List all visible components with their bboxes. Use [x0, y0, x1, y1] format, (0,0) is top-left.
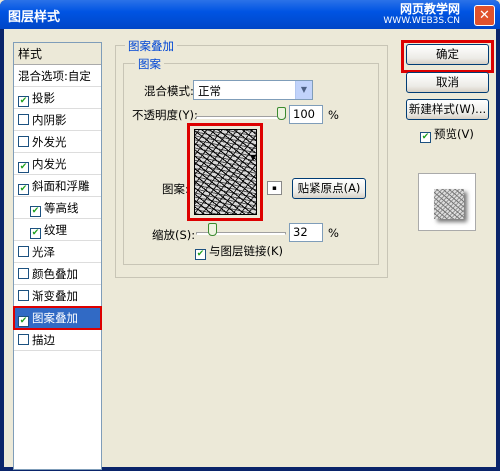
preview-thumbnail — [434, 189, 464, 219]
style-list-header: 样式 — [14, 43, 101, 65]
style-item[interactable]: 颜色叠加 — [14, 263, 101, 285]
title-bar[interactable]: 图层样式 网页教学网 WWW.WEB3S.CN ✕ — [0, 0, 500, 29]
checkbox-icon[interactable]: ✔ — [18, 162, 29, 173]
style-item[interactable]: 描边 — [14, 329, 101, 351]
scale-label: 缩放(S): — [152, 228, 196, 242]
style-item[interactable]: 内阴影 — [14, 109, 101, 131]
snap-to-origin-button[interactable]: 贴紧原点(A) — [292, 178, 366, 199]
new-style-button[interactable]: 新建样式(W)... — [406, 99, 489, 120]
style-list: 样式 混合选项:自定 ✔ 投影 内阴影 外发光 ✔ 内发光 ✔ 斜面和浮雕 ✔ 等高线 ✔ 纹理 光泽 颜色… — [13, 42, 102, 470]
checkbox-icon[interactable] — [18, 268, 29, 279]
style-item[interactable]: ✔ 斜面和浮雕 — [14, 175, 101, 197]
style-items: 混合选项:自定 ✔ 投影 内阴影 外发光 ✔ 内发光 ✔ 斜面和浮雕 ✔ 等高线 ✔ 纹理 光泽 颜色叠加渐… — [13, 65, 102, 351]
style-item-label: 混合选项:自定 — [18, 69, 91, 83]
style-item[interactable]: 光泽 — [14, 241, 101, 263]
opacity-slider[interactable] — [196, 116, 286, 119]
style-item[interactable]: ✔ 内发光 — [14, 153, 101, 175]
style-item-label: 颜色叠加 — [32, 267, 78, 281]
blend-mode-label: 混合模式: — [144, 84, 194, 98]
style-item[interactable]: 外发光 — [14, 131, 101, 153]
opacity-label: 不透明度(Y): — [132, 108, 198, 122]
style-item[interactable]: 渐变叠加 — [14, 285, 101, 307]
style-item[interactable]: ✔ 投影 — [14, 87, 101, 109]
preview-label: 预览(V) — [434, 127, 474, 141]
style-item[interactable]: ✔ 纹理 — [14, 219, 101, 241]
checkbox-icon[interactable]: ✔ — [30, 206, 41, 217]
style-item-label: 内阴影 — [32, 113, 67, 127]
blend-mode-value: 正常 — [198, 84, 221, 98]
checkbox-icon[interactable] — [18, 290, 29, 301]
style-item-label: 描边 — [32, 333, 55, 347]
scale-unit: % — [328, 226, 339, 240]
pattern-swatch[interactable] — [194, 129, 257, 215]
layer-style-dialog: 图层样式 网页教学网 WWW.WEB3S.CN ✕ 样式 混合选项:自定 ✔ 投影内… — [0, 0, 500, 471]
dialog-client: 样式 混合选项:自定 ✔ 投影 内阴影 外发光 ✔ 内发光 ✔ 斜面和浮雕 ✔ 等高线 ✔ 纹理 光泽 颜色… — [4, 29, 496, 470]
style-item[interactable]: ✔ 图案叠加 — [13, 306, 102, 330]
style-item-label: 纹理 — [44, 223, 67, 237]
close-button[interactable]: ✕ — [474, 5, 495, 26]
opacity-slider-thumb[interactable] — [277, 107, 286, 120]
link-check-icon[interactable]: ✔ — [195, 249, 206, 260]
link-with-layer-checkbox[interactable]: ✔ 与图层链接(K) — [195, 243, 283, 260]
checkbox-icon[interactable]: ✔ — [18, 184, 29, 195]
checkbox-icon[interactable] — [18, 246, 29, 257]
watermark-line2: WWW.WEB3S.CN — [383, 16, 460, 26]
chevron-down-icon[interactable]: ▼ — [295, 81, 312, 99]
preview-check-icon[interactable]: ✔ — [420, 132, 431, 143]
scale-input[interactable]: 32 — [289, 223, 323, 242]
style-preview — [418, 173, 476, 231]
pattern-label: 图案: — [162, 182, 189, 196]
style-item-label: 等高线 — [44, 201, 79, 215]
style-item-label: 斜面和浮雕 — [32, 179, 90, 193]
checkbox-icon[interactable]: ✔ — [30, 228, 41, 239]
link-with-layer-label: 与图层链接(K) — [209, 244, 284, 258]
blend-mode-select[interactable]: 正常 ▼ — [193, 80, 313, 100]
scale-slider-thumb[interactable] — [208, 223, 218, 236]
preview-checkbox[interactable]: ✔ 预览(V) — [420, 126, 474, 143]
new-preset-icon[interactable]: ▪ — [267, 181, 282, 195]
style-item-label: 光泽 — [32, 245, 55, 259]
ok-button[interactable]: 确定 — [406, 44, 489, 65]
style-item-label: 内发光 — [32, 157, 67, 171]
style-item[interactable]: 混合选项:自定 — [14, 65, 101, 87]
checkbox-icon[interactable]: ✔ — [18, 96, 29, 107]
checkbox-icon[interactable]: ✔ — [18, 316, 29, 327]
cancel-button[interactable]: 取消 — [406, 72, 489, 93]
checkbox-icon[interactable] — [18, 114, 29, 125]
style-item-label: 渐变叠加 — [32, 289, 78, 303]
checkbox-icon[interactable] — [18, 334, 29, 345]
pattern-overlay-title: 图案叠加 — [125, 38, 177, 54]
close-icon: ✕ — [479, 8, 490, 23]
window-title: 图层样式 — [8, 10, 61, 25]
style-item-label: 外发光 — [32, 135, 67, 149]
checkbox-icon[interactable] — [18, 136, 29, 147]
watermark-line1: 网页教学网 — [399, 2, 460, 16]
watermark: 网页教学网 WWW.WEB3S.CN — [383, 3, 460, 27]
style-item[interactable]: ✔ 等高线 — [14, 197, 101, 219]
pattern-picker-arrow-icon[interactable]: ▼ — [250, 153, 258, 165]
pattern-subgroup-title: 图案 — [135, 56, 164, 72]
opacity-unit: % — [328, 108, 339, 122]
opacity-input[interactable]: 100 — [289, 105, 323, 124]
style-item-label: 图案叠加 — [32, 311, 78, 325]
style-item-label: 投影 — [32, 91, 55, 105]
